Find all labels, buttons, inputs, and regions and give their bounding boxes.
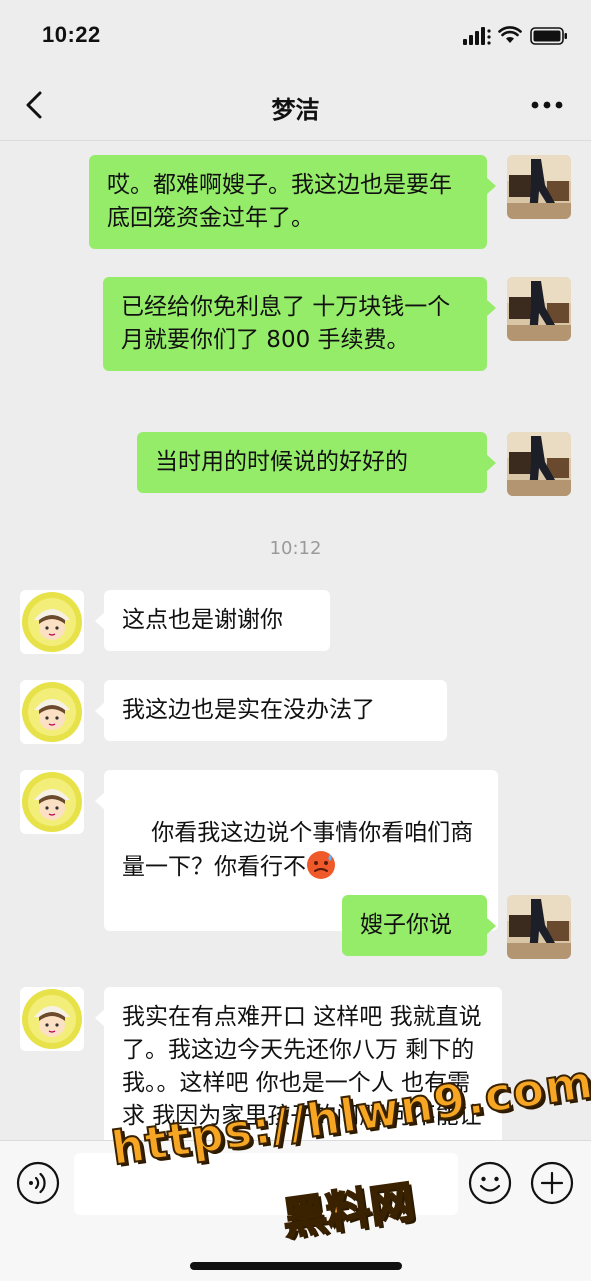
- status-time: 10:22: [42, 22, 101, 47]
- contact-avatar[interactable]: [20, 680, 84, 744]
- user-photo-icon: [507, 277, 571, 341]
- cartoon-avatar-icon: [20, 770, 84, 834]
- message-text: 你看我这边说个事情你看咱们商量一下？你看行不: [122, 820, 474, 880]
- plus-icon[interactable]: [530, 1161, 574, 1205]
- user-photo-icon: [507, 155, 571, 219]
- more-options-icon[interactable]: [527, 92, 567, 118]
- message-list[interactable]: 哎。都难啊嫂子。我这边也是要年底回笼资金过年了。 已经给你免利息了 十万块钱一个…: [0, 140, 591, 1140]
- emoji-icon[interactable]: [468, 1161, 512, 1205]
- my-avatar[interactable]: [507, 155, 571, 219]
- received-message-bubble[interactable]: 我这边也是实在没办法了: [95, 680, 447, 741]
- sent-message-bubble[interactable]: 已经给你免利息了 十万块钱一个月就要你们了 800 手续费。: [103, 277, 496, 371]
- contact-avatar[interactable]: [20, 590, 84, 654]
- sent-message-bubble[interactable]: 哎。都难啊嫂子。我这边也是要年底回笼资金过年了。: [89, 155, 496, 249]
- cellular-signal-icon: [463, 27, 491, 45]
- chat-input-bar: [0, 1140, 591, 1281]
- sent-message-bubble[interactable]: 嫂子你说: [342, 895, 496, 956]
- chat-title: 梦洁: [271, 96, 320, 124]
- cartoon-avatar-icon: [20, 680, 84, 744]
- sent-message-bubble[interactable]: 当时用的时候说的好好的: [137, 432, 496, 493]
- cold-sweat-emoji-icon: [307, 851, 335, 879]
- cartoon-avatar-icon: [20, 590, 84, 654]
- user-photo-icon: [507, 895, 571, 959]
- my-avatar[interactable]: [507, 895, 571, 959]
- received-message-bubble[interactable]: 我实在有点难开口 这样吧 我就直说了。我这边今天先还你八万 剩下的 我。。这样吧…: [95, 987, 502, 1140]
- home-indicator: [190, 1262, 402, 1270]
- my-avatar[interactable]: [507, 277, 571, 341]
- message-input[interactable]: [74, 1153, 458, 1215]
- voice-icon[interactable]: [16, 1161, 60, 1205]
- battery-icon: [530, 27, 567, 45]
- cartoon-avatar-icon: [20, 987, 84, 1051]
- user-photo-icon: [507, 432, 571, 496]
- contact-avatar[interactable]: [20, 770, 84, 834]
- wifi-icon: [498, 26, 522, 43]
- chat-header: 梦洁: [0, 70, 591, 141]
- received-message-bubble[interactable]: 这点也是谢谢你: [95, 590, 330, 651]
- message-timestamp: 10:12: [269, 538, 322, 559]
- contact-avatar[interactable]: [20, 987, 84, 1051]
- my-avatar[interactable]: [507, 432, 571, 496]
- status-bar: 10:22: [0, 0, 591, 70]
